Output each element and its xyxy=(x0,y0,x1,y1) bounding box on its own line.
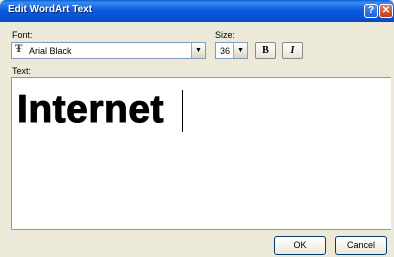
ok-button[interactable]: OK xyxy=(274,236,326,255)
wordart-text-input[interactable]: Internet xyxy=(11,77,391,230)
text-caret xyxy=(182,90,183,132)
font-select[interactable]: Ŧ Arial Black ▼ xyxy=(11,42,206,59)
font-value: Arial Black xyxy=(29,46,72,56)
help-button[interactable]: ? xyxy=(364,4,378,18)
truetype-font-icon: Ŧ xyxy=(15,44,23,55)
italic-button[interactable]: I xyxy=(282,42,303,59)
size-select[interactable]: 36 ▼ xyxy=(215,42,248,59)
size-dropdown-button[interactable]: ▼ xyxy=(233,43,247,58)
close-icon: ✕ xyxy=(381,5,391,16)
size-label: Size: xyxy=(215,30,236,40)
text-label: Text: xyxy=(12,66,32,76)
wordart-dialog: Edit WordArt Text ? ✕ Font: Ŧ Arial Blac… xyxy=(0,0,394,257)
title-bar[interactable]: Edit WordArt Text ? ✕ xyxy=(0,0,394,22)
help-icon: ? xyxy=(367,5,375,16)
bold-button[interactable]: B xyxy=(255,42,276,59)
cancel-button[interactable]: Cancel xyxy=(335,236,387,255)
chevron-down-icon: ▼ xyxy=(195,47,202,54)
chevron-down-icon: ▼ xyxy=(237,47,244,54)
size-value: 36 xyxy=(220,46,231,56)
close-button[interactable]: ✕ xyxy=(379,4,393,18)
wordart-text-value: Internet xyxy=(16,88,165,132)
font-dropdown-button[interactable]: ▼ xyxy=(191,43,205,58)
font-label: Font: xyxy=(12,30,33,40)
dialog-title: Edit WordArt Text xyxy=(8,4,93,15)
